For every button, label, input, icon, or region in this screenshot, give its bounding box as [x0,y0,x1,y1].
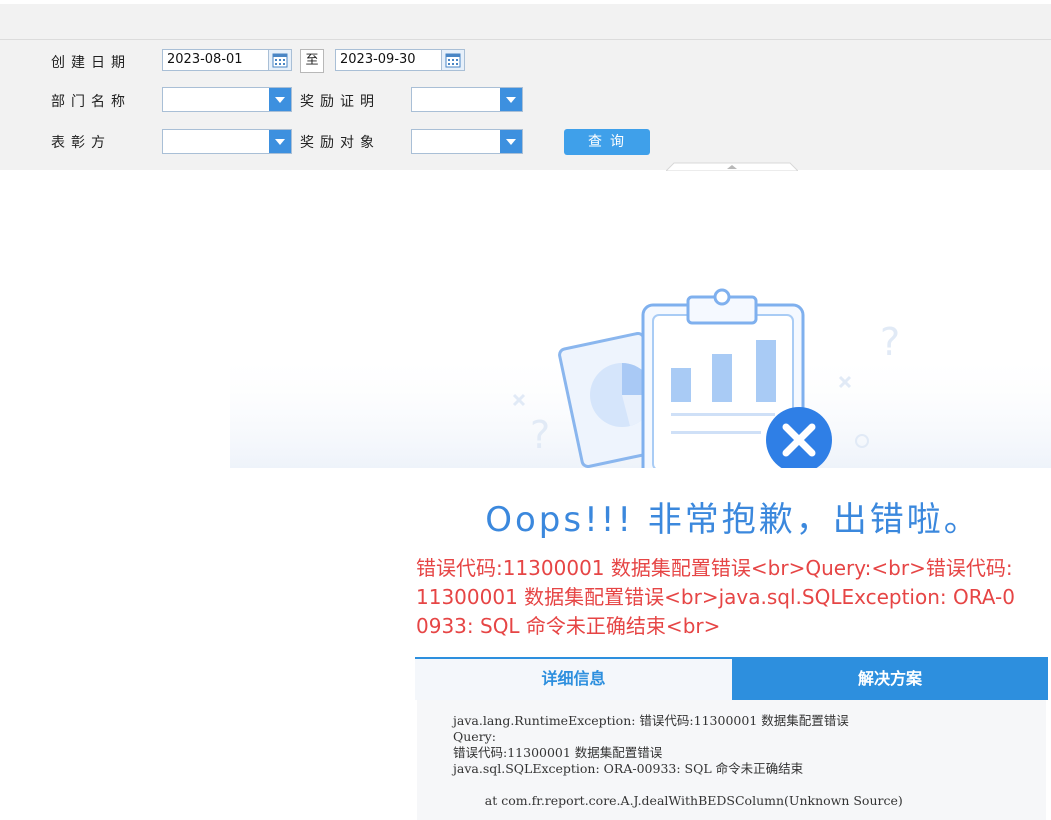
collapse-handle[interactable] [666,161,798,171]
stack-line: Query: [453,729,496,744]
date-from-value: 2023-08-01 [167,52,243,67]
error-illustration: ? ? [230,288,1051,468]
tab-solution[interactable]: 解决方案 [732,659,1048,700]
award-cert-select[interactable] [411,87,523,112]
chevron-down-icon[interactable] [269,88,291,111]
svg-text:?: ? [880,320,900,364]
award-cert-label: 奖励证明 [300,94,380,110]
svg-text:?: ? [530,413,550,457]
award-target-label: 奖励对象 [300,135,380,151]
to-label: 至 [300,49,324,73]
stack-line: java.sql.SQLException: ORA-00933: SQL 命令… [453,761,804,776]
stack-line: 错误代码:11300001 数据集配置错误 [453,745,663,760]
stack-line: at com.fr.report.core.A.J.dealWithBEDSCo… [453,793,903,808]
award-target-select[interactable] [411,129,523,154]
tab-detail-info[interactable]: 详细信息 [415,659,732,700]
error-message: 错误代码:11300001 数据集配置错误<br>Query:<br>错误代码:… [416,556,1015,638]
error-detail-panel: 详细信息 解决方案 java.lang.RuntimeException: 错误… [415,657,1048,820]
query-button[interactable]: 查询 [564,129,650,155]
commend-party-select[interactable] [162,129,292,154]
calendar-icon[interactable] [268,50,291,70]
commend-party-label: 表彰方 [51,135,111,151]
stack-line: java.lang.RuntimeException: 错误代码:1130000… [453,713,849,728]
chevron-down-icon[interactable] [269,130,291,153]
chevron-down-icon[interactable] [500,130,522,153]
filter-form: 创建日期 2023-08-01 至 2023-09-30 部门名称 奖励证明 表… [0,40,1051,170]
dept-name-label: 部门名称 [51,94,131,110]
stack-trace-text: java.lang.RuntimeException: 错误代码:1130000… [453,713,903,809]
date-from-input[interactable]: 2023-08-01 [162,49,292,71]
chevron-down-icon[interactable] [500,88,522,111]
dept-name-select[interactable] [162,87,292,112]
error-title: Oops!!! 非常抱歉，出错啦。 [485,500,981,540]
top-toolbar-strip [0,0,1051,40]
date-to-value: 2023-09-30 [340,52,416,67]
create-date-label: 创建日期 [51,55,131,71]
date-to-input[interactable]: 2023-09-30 [335,49,465,71]
calendar-icon[interactable] [441,50,464,70]
stack-trace-area: java.lang.RuntimeException: 错误代码:1130000… [417,700,1046,820]
